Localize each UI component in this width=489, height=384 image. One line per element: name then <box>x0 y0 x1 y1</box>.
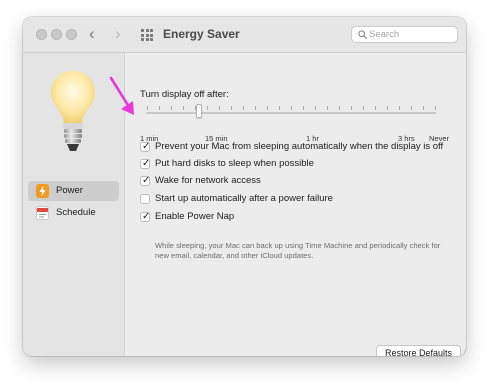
help-button[interactable]: ? <box>464 345 466 356</box>
option-label: Put hard disks to sleep when possible <box>155 158 314 169</box>
calendar-icon <box>36 206 49 220</box>
power-nap-description: While sleeping, your Mac can back up usi… <box>155 241 441 260</box>
option-label: Prevent your Mac from sleeping automatic… <box>155 141 444 152</box>
slider-tick <box>291 106 292 110</box>
slider-tick <box>243 106 244 110</box>
energy-saver-window: ‹ › Energy Saver Search Power Schedule T… <box>23 17 466 356</box>
display-off-slider-knob[interactable] <box>196 104 202 118</box>
startup-power-failure-checkbox[interactable] <box>140 194 150 204</box>
search-input[interactable] <box>369 27 455 42</box>
slider-tick <box>411 106 412 110</box>
slider-tick <box>399 106 400 110</box>
slider-tick <box>207 106 208 110</box>
slider-tick <box>255 106 256 110</box>
checkmark-icon: ✓ <box>142 158 151 169</box>
slider-tick <box>423 106 424 110</box>
close-window-button[interactable] <box>36 29 47 40</box>
option-label: Start up automatically after a power fai… <box>155 193 333 204</box>
slider-tick <box>315 106 316 110</box>
sidebar-item-power[interactable]: Power <box>28 181 119 201</box>
checkmark-icon: ✓ <box>142 175 151 186</box>
zoom-window-button[interactable] <box>66 29 77 40</box>
slider-tick <box>351 106 352 110</box>
slider-tick <box>183 106 184 110</box>
slider-tick <box>387 106 388 110</box>
slider-tick <box>339 106 340 110</box>
slider-tick <box>363 106 364 110</box>
slider-tick <box>219 106 220 110</box>
sidebar-item-schedule[interactable]: Schedule <box>28 203 119 223</box>
checkmark-icon: ✓ <box>142 141 151 152</box>
slider-tick <box>303 106 304 110</box>
search-icon <box>358 30 367 39</box>
main-panel: Turn display off after: 1 min 15 min 1 h… <box>125 53 466 356</box>
sidebar-item-label: Power <box>56 185 83 196</box>
hard-disk-sleep-checkbox[interactable]: ✓ <box>140 158 151 169</box>
show-all-grid-icon[interactable] <box>141 29 153 41</box>
prevent-sleep-checkbox[interactable]: ✓ <box>140 141 151 152</box>
wake-network-checkbox[interactable]: ✓ <box>140 175 151 186</box>
window-title: Energy Saver <box>163 27 240 41</box>
forward-icon[interactable]: › <box>115 24 121 44</box>
lightbulb-icon <box>51 71 95 151</box>
search-field[interactable] <box>351 26 458 43</box>
slider-tick <box>159 106 160 110</box>
slider-tick <box>435 106 436 110</box>
sidebar-item-label: Schedule <box>56 207 96 218</box>
display-off-label: Turn display off after: <box>140 89 229 100</box>
annotation-arrow-icon <box>109 76 134 115</box>
slider-tick <box>327 106 328 110</box>
lightning-icon <box>36 184 49 198</box>
slider-tick <box>231 106 232 110</box>
power-nap-checkbox[interactable]: ✓ <box>140 211 151 222</box>
option-label: Enable Power Nap <box>155 211 235 222</box>
slider-tick <box>171 106 172 110</box>
minimize-window-button[interactable] <box>51 29 62 40</box>
slider-tick <box>147 106 148 110</box>
slider-tick <box>279 106 280 110</box>
slider-tick <box>267 106 268 110</box>
restore-defaults-button[interactable]: Restore Defaults <box>376 345 461 356</box>
option-label: Wake for network access <box>155 175 261 186</box>
slider-tick <box>375 106 376 110</box>
title-bar: ‹ › Energy Saver <box>23 17 466 53</box>
display-off-slider-track[interactable] <box>146 112 436 114</box>
checkmark-icon: ✓ <box>142 211 151 222</box>
back-icon[interactable]: ‹ <box>89 24 95 44</box>
